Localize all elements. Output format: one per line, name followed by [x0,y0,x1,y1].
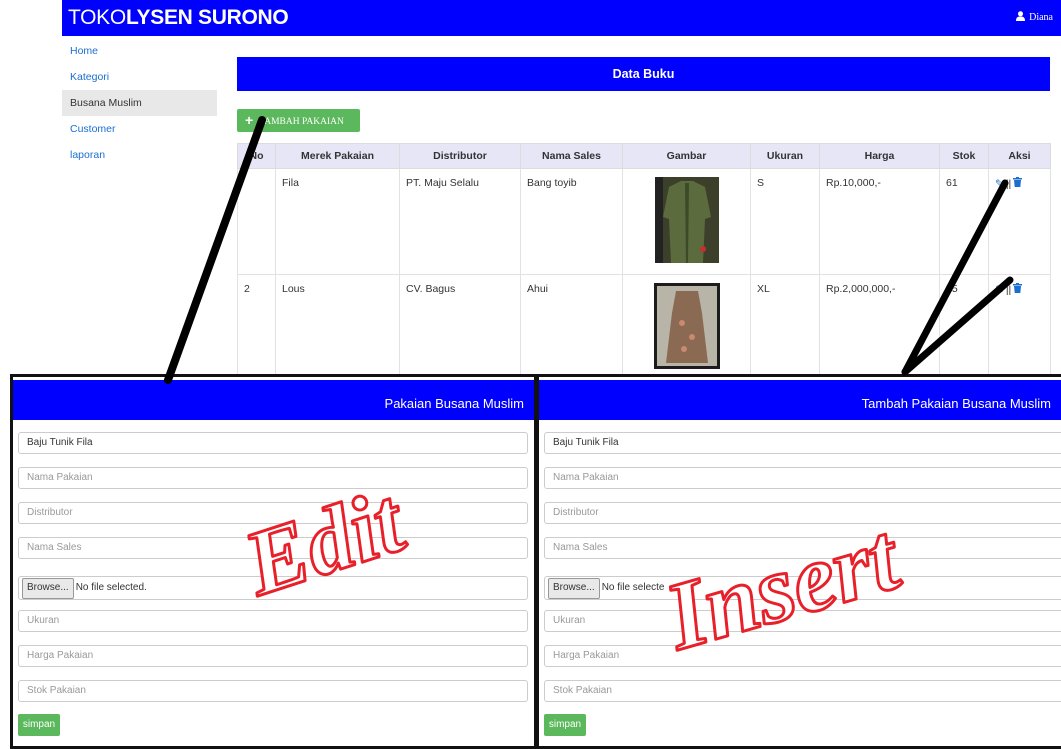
column-header-stok: Stok [939,143,989,169]
column-header-merek: Merek Pakaian [275,143,400,169]
cell-aksi: ✎ || [988,274,1051,381]
browse-button[interactable]: Browse... [548,578,600,599]
column-header-gambar: Gambar [622,143,751,169]
browse-button[interactable]: Browse... [22,578,74,599]
product-image-dress-floral [653,283,720,369]
category-field[interactable]: Baju Tunik Fila [18,432,528,454]
cell-stok: 61 [939,168,989,275]
column-header-ukuran: Ukuran [750,143,820,169]
cell-distributor: CV. Bagus [399,274,521,381]
brand-light: TOKO [68,6,126,29]
brand-bold: LYSEN SURONO [125,6,289,29]
insert-form-panel: Tambah Pakaian Busana Muslim Baju Tunik … [536,374,1061,749]
edit-form-title: Pakaian Busana Muslim [13,380,534,420]
user-icon [1016,11,1026,21]
name-input[interactable]: Nama Pakaian [18,467,528,489]
cell-merek: Fila [275,168,400,275]
table-row: 2 Lous CV. Bagus Ahui XL Rp.2,000,000,- … [237,274,1051,381]
table-header-row: No Merek Pakaian Distributor Nama Sales … [237,143,1051,169]
product-image-tunic-green [654,177,719,263]
table-row: Fila PT. Maju Selalu Bang toyib S Rp.10,… [237,168,1051,275]
cell-sales: Ahui [520,274,623,381]
column-header-distributor: Distributor [399,143,521,169]
user-menu[interactable]: Diana [1016,11,1053,23]
save-button[interactable]: simpan [18,714,60,736]
cell-distributor: PT. Maju Selalu [399,168,521,275]
sidebar-item-laporan[interactable]: laporan [62,142,217,168]
cell-no: 2 [237,274,276,381]
trash-icon[interactable] [1013,283,1023,293]
cell-stok: 55 [939,274,989,381]
column-header-sales: Nama Sales [520,143,623,169]
edit-icon[interactable]: ✎ [995,284,1004,296]
top-navbar: TOKOLYSEN SURONO Diana [62,0,1061,36]
stock-input[interactable]: Stok Pakaian [18,680,528,702]
column-header-aksi: Aksi [988,143,1051,169]
clothing-table: No Merek Pakaian Distributor Nama Sales … [237,143,1051,381]
cell-no [237,168,276,275]
file-status: No file selected. [75,582,147,593]
insert-form-title: Tambah Pakaian Busana Muslim [539,380,1061,420]
main-content: Data Buku + TAMBAH PAKAIAN No Merek Pakai… [237,57,1051,381]
sidebar-item-customer[interactable]: Customer [62,116,217,142]
size-input[interactable]: Ukuran [544,610,1061,632]
file-status: No file selecte [601,582,665,593]
add-clothing-button[interactable]: + TAMBAH PAKAIAN [237,109,360,132]
separator: || [1005,178,1012,190]
sidebar: Home Kategori Busana Muslim Customer lap… [62,38,217,168]
distributor-input[interactable]: Distributor [544,502,1061,524]
save-button[interactable]: simpan [544,714,586,736]
cell-gambar [622,274,751,381]
name-input[interactable]: Nama Pakaian [544,467,1061,489]
separator: || [1005,284,1012,296]
distributor-input[interactable]: Distributor [18,502,528,524]
edit-icon[interactable]: ✎ [995,178,1004,190]
add-button-label: TAMBAH PAKAIAN [259,117,344,127]
category-field[interactable]: Baju Tunik Fila [544,432,1061,454]
cell-ukuran: XL [750,274,820,381]
page-title: Data Buku [237,57,1050,91]
sales-input[interactable]: Nama Sales [18,537,528,559]
cell-aksi: ✎ || [988,168,1051,275]
price-input[interactable]: Harga Pakaian [18,645,528,667]
image-file-input[interactable]: Browse... No file selected. [18,576,528,600]
cell-harga: Rp.2,000,000,- [819,274,940,381]
cell-harga: Rp.10,000,- [819,168,940,275]
column-header-harga: Harga [819,143,940,169]
brand-logo[interactable]: TOKOLYSEN SURONO [68,6,289,30]
plus-icon: + [245,112,254,128]
sidebar-item-busana-muslim[interactable]: Busana Muslim [62,90,217,116]
cell-gambar [622,168,751,275]
cell-merek: Lous [275,274,400,381]
column-header-no: No [237,143,276,169]
user-name: Diana [1029,12,1053,23]
stock-input[interactable]: Stok Pakaian [544,680,1061,702]
cell-sales: Bang toyib [520,168,623,275]
sidebar-item-kategori[interactable]: Kategori [62,64,217,90]
edit-form-panel: Pakaian Busana Muslim Baju Tunik Fila Na… [10,374,537,749]
sidebar-item-home[interactable]: Home [62,38,217,64]
image-file-input[interactable]: Browse... No file selecte [544,576,1061,600]
size-input[interactable]: Ukuran [18,610,528,632]
price-input[interactable]: Harga Pakaian [544,645,1061,667]
sales-input[interactable]: Nama Sales [544,537,1061,559]
cell-ukuran: S [750,168,820,275]
trash-icon[interactable] [1013,177,1023,187]
